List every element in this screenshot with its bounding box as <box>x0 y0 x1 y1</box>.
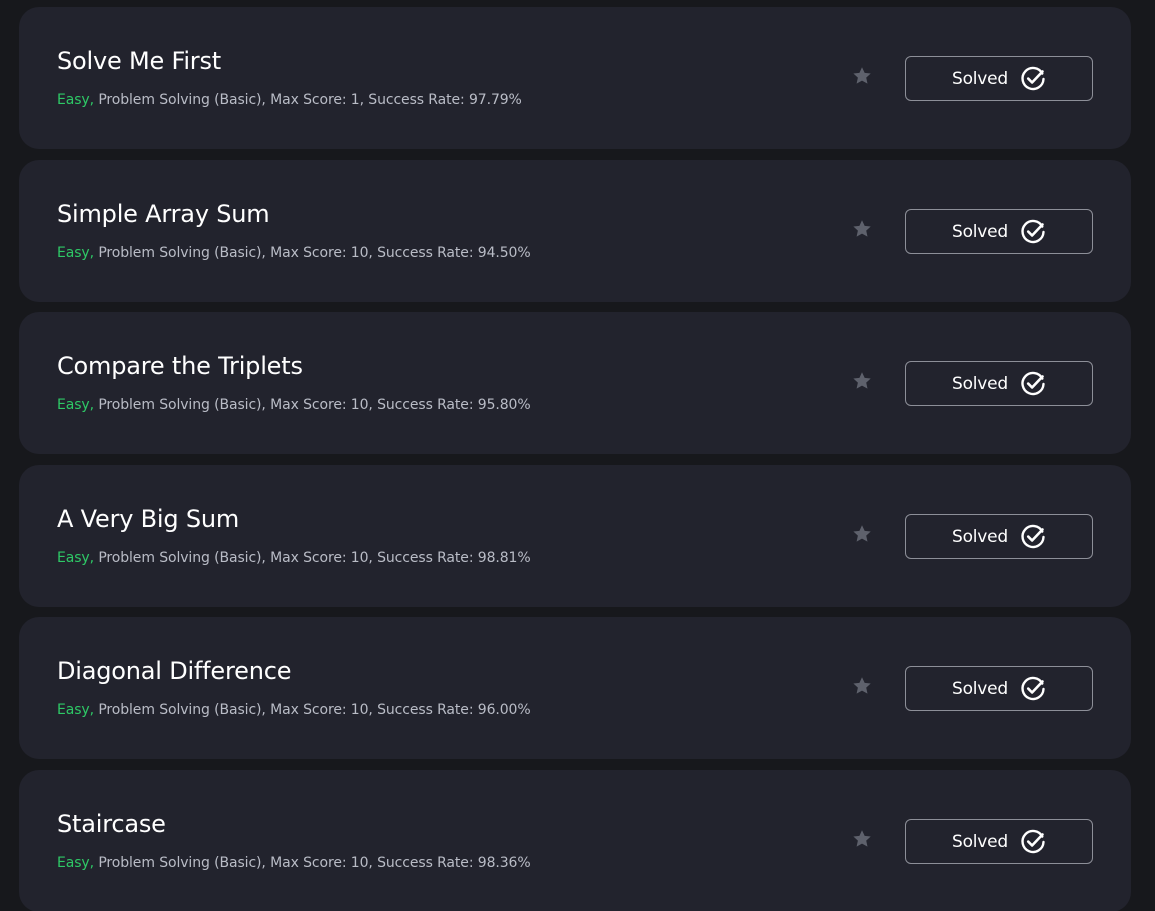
difficulty-label: Easy, <box>57 702 94 718</box>
challenge-card[interactable]: Staircase Easy, Problem Solving (Basic),… <box>19 770 1131 911</box>
difficulty-label: Easy, <box>57 92 94 108</box>
solved-button[interactable]: Solved <box>905 514 1093 559</box>
solved-button[interactable]: Solved <box>905 209 1093 254</box>
challenge-meta: Easy, Problem Solving (Basic), Max Score… <box>57 91 522 109</box>
challenge-title[interactable]: Diagonal Difference <box>57 657 291 686</box>
solved-button[interactable]: Solved <box>905 361 1093 406</box>
check-circle-icon <box>1021 524 1045 548</box>
star-icon[interactable] <box>851 218 873 240</box>
check-circle-icon <box>1021 829 1045 853</box>
challenge-card[interactable]: Solve Me First Easy, Problem Solving (Ba… <box>19 7 1131 149</box>
difficulty-label: Easy, <box>57 245 94 261</box>
challenge-details: Problem Solving (Basic), Max Score: 10, … <box>93 245 531 261</box>
star-icon[interactable] <box>851 828 873 850</box>
challenge-title[interactable]: Staircase <box>57 810 166 839</box>
star-icon[interactable] <box>851 523 873 545</box>
challenge-details: Problem Solving (Basic), Max Score: 10, … <box>93 855 531 871</box>
challenge-details: Problem Solving (Basic), Max Score: 10, … <box>93 397 531 413</box>
challenge-card[interactable]: Compare the Triplets Easy, Problem Solvi… <box>19 312 1131 454</box>
difficulty-label: Easy, <box>57 397 94 413</box>
solved-button[interactable]: Solved <box>905 666 1093 711</box>
solved-label: Solved <box>951 221 1009 242</box>
challenge-details: Problem Solving (Basic), Max Score: 10, … <box>93 550 531 566</box>
solved-label: Solved <box>951 526 1009 547</box>
check-circle-icon <box>1021 371 1045 395</box>
challenge-meta: Easy, Problem Solving (Basic), Max Score… <box>57 396 531 414</box>
challenge-title[interactable]: Compare the Triplets <box>57 352 303 381</box>
star-icon[interactable] <box>851 675 873 697</box>
solved-label: Solved <box>951 373 1009 394</box>
challenge-title[interactable]: Simple Array Sum <box>57 200 270 229</box>
difficulty-label: Easy, <box>57 855 94 871</box>
difficulty-label: Easy, <box>57 550 94 566</box>
solved-label: Solved <box>951 831 1009 852</box>
challenge-card[interactable]: Diagonal Difference Easy, Problem Solvin… <box>19 617 1131 759</box>
challenge-meta: Easy, Problem Solving (Basic), Max Score… <box>57 854 531 872</box>
solved-label: Solved <box>951 68 1009 89</box>
challenge-title[interactable]: Solve Me First <box>57 47 221 76</box>
challenge-card[interactable]: Simple Array Sum Easy, Problem Solving (… <box>19 160 1131 302</box>
check-circle-icon <box>1021 676 1045 700</box>
star-icon[interactable] <box>851 370 873 392</box>
check-circle-icon <box>1021 219 1045 243</box>
challenge-meta: Easy, Problem Solving (Basic), Max Score… <box>57 701 531 719</box>
challenge-meta: Easy, Problem Solving (Basic), Max Score… <box>57 244 531 262</box>
challenge-details: Problem Solving (Basic), Max Score: 10, … <box>93 702 531 718</box>
solved-label: Solved <box>951 678 1009 699</box>
challenge-meta: Easy, Problem Solving (Basic), Max Score… <box>57 549 531 567</box>
challenge-list: Solve Me First Easy, Problem Solving (Ba… <box>0 0 1155 911</box>
challenge-details: Problem Solving (Basic), Max Score: 1, S… <box>93 92 522 108</box>
star-icon[interactable] <box>851 65 873 87</box>
solved-button[interactable]: Solved <box>905 56 1093 101</box>
check-circle-icon <box>1021 66 1045 90</box>
solved-button[interactable]: Solved <box>905 819 1093 864</box>
challenge-title[interactable]: A Very Big Sum <box>57 505 239 534</box>
challenge-card[interactable]: A Very Big Sum Easy, Problem Solving (Ba… <box>19 465 1131 607</box>
